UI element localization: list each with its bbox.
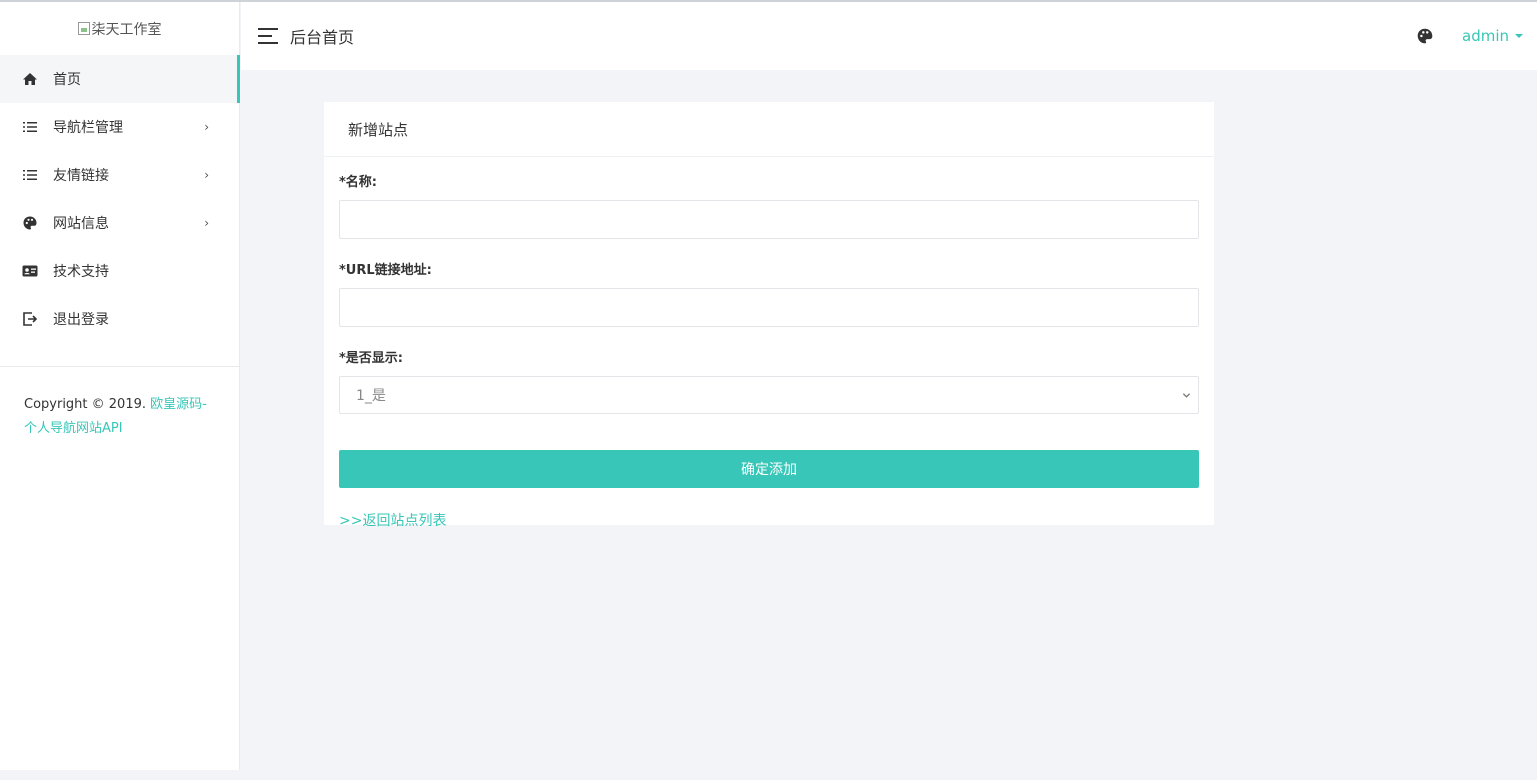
copyright: Copyright © 2019. 欧皇源码-个人导航网站API [0,367,239,441]
name-field-group: *名称: [339,175,1199,239]
chevron-right-icon: › [204,168,209,182]
url-label: *URL链接地址: [339,263,432,278]
list-icon [22,167,38,183]
username: admin [1462,27,1509,45]
header-actions: admin [1416,2,1523,70]
copyright-text: Copyright © 2019. [24,397,151,412]
logo: 柒天工作室 [0,2,239,55]
logout-icon [22,311,38,327]
sidebar-nav: 首页 导航栏管理 › 友情链接 › 网站信息 › 技术支持 退出登录 [0,55,240,343]
display-select[interactable]: 1_是 [339,376,1199,414]
sidebar-item-label: 首页 [53,72,81,88]
sidebar-item-nav-management[interactable]: 导航栏管理 › [0,103,239,151]
add-site-card: 新增站点 *名称: *URL链接地址: *是否显示: 1_是 确定添加 >>返回… [324,102,1214,529]
add-site-form: *名称: *URL链接地址: *是否显示: 1_是 确定添加 >>返回站点列表 [324,157,1214,530]
sidebar-item-label: 友情链接 [53,168,109,184]
sidebar-item-label: 技术支持 [53,264,109,280]
broken-image-icon [77,22,90,35]
name-label: *名称: [339,175,377,190]
page-title: 后台首页 [290,28,355,47]
sidebar-item-site-info[interactable]: 网站信息 › [0,199,239,247]
sidebar-item-label: 网站信息 [53,216,109,232]
menu-toggle-icon[interactable] [258,28,278,44]
top-header: 后台首页 admin [241,2,1537,70]
card-title: 新增站点 [324,102,1214,157]
chevron-right-icon: › [204,216,209,230]
display-label: *是否显示: [339,351,403,366]
chevron-right-icon: › [204,120,209,134]
logo-alt-text: 柒天工作室 [91,21,162,38]
palette-icon [22,215,38,231]
id-card-icon [22,263,38,279]
user-menu[interactable]: admin [1462,27,1523,45]
sidebar-item-tech-support[interactable]: 技术支持 [0,247,239,295]
back-to-list-link[interactable]: >>返回站点列表 [339,510,446,530]
broken-logo-image: 柒天工作室 [77,19,162,39]
home-icon [22,71,38,87]
sidebar-item-label: 导航栏管理 [53,120,123,136]
url-input[interactable] [339,288,1199,327]
sidebar-item-home[interactable]: 首页 [0,55,240,103]
url-field-group: *URL链接地址: [339,263,1199,327]
name-input[interactable] [339,200,1199,239]
submit-button[interactable]: 确定添加 [339,450,1199,488]
sidebar: 柒天工作室 首页 导航栏管理 › 友情链接 › 网站信息 › 技术支持 退出登录… [0,2,240,770]
list-icon [22,119,38,135]
caret-down-icon [1515,34,1523,38]
theme-palette-icon[interactable] [1416,27,1434,45]
sidebar-item-label: 退出登录 [53,312,109,328]
chevron-down-icon [1182,392,1191,398]
sidebar-item-logout[interactable]: 退出登录 [0,295,239,343]
display-select-value: 1_是 [356,388,386,404]
sidebar-item-friend-links[interactable]: 友情链接 › [0,151,239,199]
display-field-group: *是否显示: 1_是 [339,351,1199,414]
